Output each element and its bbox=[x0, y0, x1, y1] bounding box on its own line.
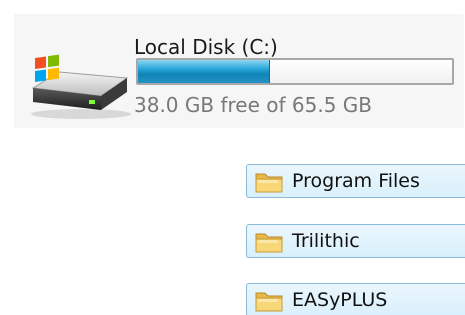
folder-program-files[interactable]: Program Files bbox=[246, 164, 465, 198]
drive-free-space-label: 38.0 GB free of 65.5 GB bbox=[134, 93, 372, 117]
folder-trilithic[interactable]: Trilithic bbox=[246, 224, 465, 258]
drive-usage-fill bbox=[138, 60, 270, 83]
drive-tile-local-disk-c[interactable]: Local Disk (C:) 38.0 GB free of 65.5 GB bbox=[14, 14, 464, 128]
folder-icon bbox=[255, 233, 283, 253]
folder-label: EASyPLUS bbox=[292, 289, 388, 311]
folder-icon bbox=[255, 173, 283, 193]
folder-icon bbox=[255, 292, 283, 312]
drive-usage-bar bbox=[136, 58, 454, 85]
windows-hard-drive-icon bbox=[31, 54, 131, 119]
folder-label: Program Files bbox=[292, 170, 420, 192]
explorer-view: Local Disk (C:) 38.0 GB free of 65.5 GB … bbox=[0, 0, 465, 315]
folder-label: Trilithic bbox=[292, 230, 360, 252]
folder-easyplus[interactable]: EASyPLUS bbox=[246, 283, 465, 315]
drive-name-label: Local Disk (C:) bbox=[134, 35, 278, 59]
